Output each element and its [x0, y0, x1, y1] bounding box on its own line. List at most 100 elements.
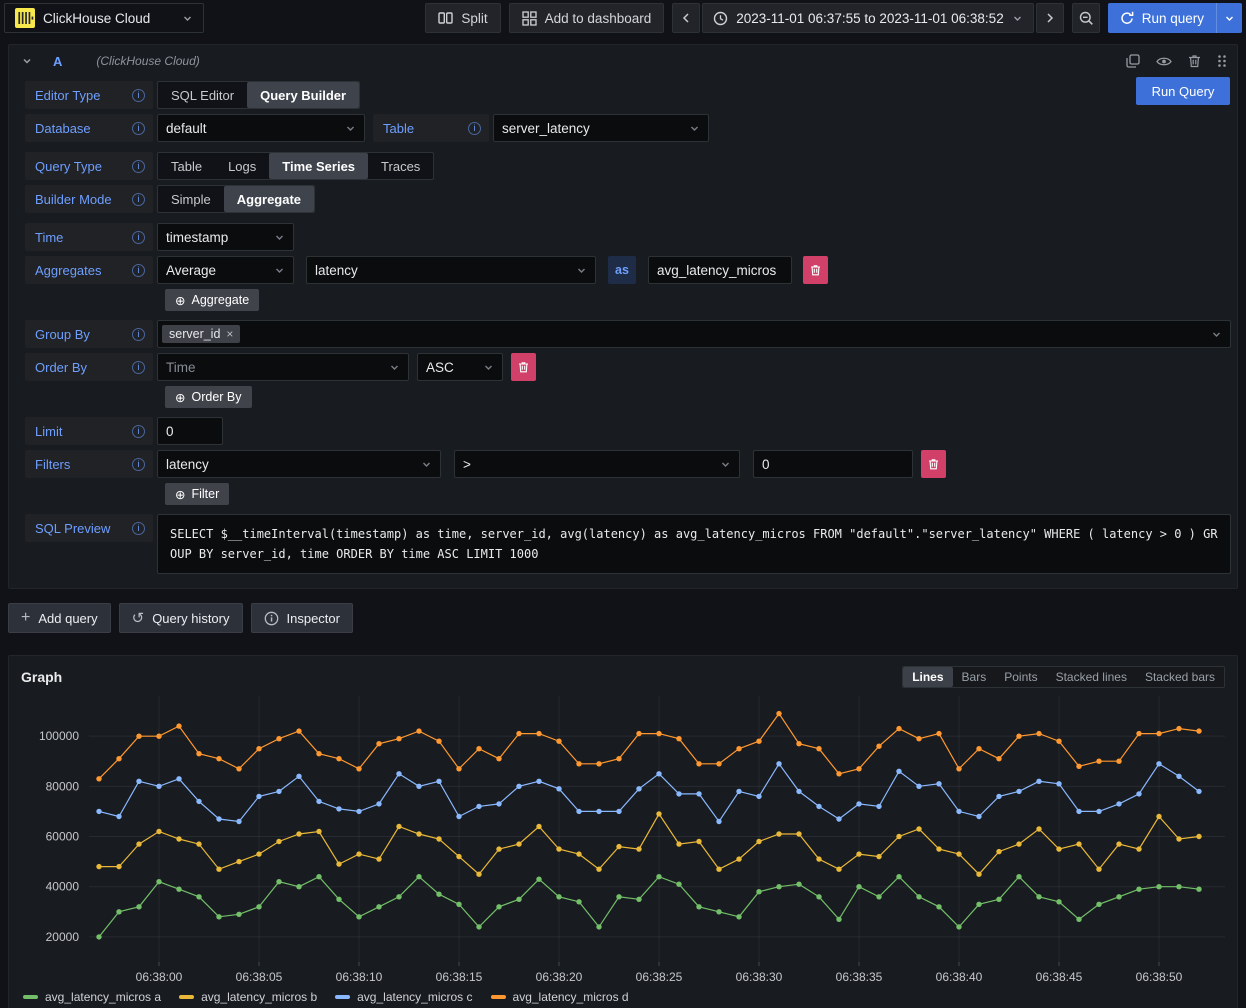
- order-by-direction-value: ASC: [426, 360, 454, 375]
- query-type-toggle: Table Logs Time Series Traces: [157, 152, 434, 180]
- series-a-swatch: [23, 995, 38, 999]
- aggregate-alias-input[interactable]: avg_latency_micros: [648, 256, 792, 284]
- add-order-by-button[interactable]: ⊕ Order By: [165, 386, 252, 408]
- group-by-multiselect[interactable]: server_id ×: [157, 320, 1231, 348]
- info-icon[interactable]: i: [132, 264, 145, 277]
- remove-filter-button[interactable]: [921, 450, 946, 478]
- order-by-direction-select[interactable]: ASC: [417, 353, 503, 381]
- series-c-swatch: [335, 995, 350, 999]
- remove-aggregate-button[interactable]: [803, 256, 828, 284]
- add-aggregate-button[interactable]: ⊕ Aggregate: [165, 289, 259, 311]
- group-by-label: Group By: [35, 327, 90, 342]
- builder-mode-aggregate[interactable]: Aggregate: [224, 186, 314, 212]
- builder-mode-simple[interactable]: Simple: [158, 186, 224, 212]
- filter-column-select[interactable]: latency: [157, 450, 441, 478]
- zoom-out-button[interactable]: [1072, 3, 1100, 33]
- add-order-by-label: Order By: [191, 390, 241, 404]
- field-label-sql-preview: SQL Preview i: [25, 514, 153, 542]
- time-back-button[interactable]: [672, 3, 700, 33]
- field-label-group-by: Group By i: [25, 320, 153, 348]
- panel-run-query-button[interactable]: Run Query: [1136, 77, 1230, 105]
- field-label-database: Database i: [25, 114, 153, 142]
- aggregate-column-select[interactable]: latency: [306, 256, 596, 284]
- info-icon[interactable]: i: [132, 122, 145, 135]
- info-icon[interactable]: i: [132, 193, 145, 206]
- field-label-limit: Limit i: [25, 417, 153, 445]
- collapse-chevron-icon[interactable]: [21, 55, 33, 67]
- aggregate-column-value: latency: [315, 263, 358, 278]
- legend-item-series-d[interactable]: avg_latency_micros d: [491, 990, 629, 1004]
- run-query-button[interactable]: Run query: [1108, 3, 1216, 33]
- add-filter-button[interactable]: ⊕ Filter: [165, 483, 229, 505]
- toggle-visibility-icon[interactable]: [1156, 56, 1172, 67]
- info-icon[interactable]: i: [132, 458, 145, 471]
- drag-handle-icon[interactable]: [1217, 54, 1227, 68]
- run-query-dropdown[interactable]: [1216, 3, 1242, 33]
- add-query-button[interactable]: + Add query: [8, 603, 111, 633]
- database-select[interactable]: default: [157, 114, 365, 142]
- limit-input[interactable]: 0: [157, 417, 223, 445]
- time-label: Time: [35, 230, 63, 245]
- info-icon[interactable]: i: [132, 89, 145, 102]
- remove-order-by-button[interactable]: [511, 353, 536, 381]
- graph-style-stacked-lines[interactable]: Stacked lines: [1047, 667, 1136, 687]
- svg-text:06:38:15: 06:38:15: [436, 970, 483, 984]
- plus-icon: +: [21, 611, 30, 625]
- graph-style-points[interactable]: Points: [995, 667, 1046, 687]
- info-icon[interactable]: i: [132, 328, 145, 341]
- graph-style-stacked-bars[interactable]: Stacked bars: [1136, 667, 1224, 687]
- chevron-down-icon: [1012, 13, 1023, 24]
- split-icon: [438, 11, 453, 25]
- top-bar: ClickHouse Cloud Split Add to dashboard: [0, 0, 1246, 36]
- info-icon[interactable]: i: [468, 122, 481, 135]
- remove-tag-icon[interactable]: ×: [226, 327, 233, 341]
- info-icon[interactable]: i: [132, 361, 145, 374]
- legend-item-series-b[interactable]: avg_latency_micros b: [179, 990, 317, 1004]
- inspector-button[interactable]: Inspector: [251, 603, 353, 633]
- aggregate-function-select[interactable]: Average: [157, 256, 294, 284]
- editor-type-query-builder[interactable]: Query Builder: [247, 82, 359, 108]
- table-select[interactable]: server_latency: [493, 114, 709, 142]
- filter-operator-select[interactable]: >: [454, 450, 740, 478]
- query-type-logs[interactable]: Logs: [215, 153, 269, 179]
- info-icon[interactable]: i: [132, 231, 145, 244]
- add-query-label: Add query: [38, 611, 97, 626]
- order-by-column-select[interactable]: Time: [157, 353, 409, 381]
- query-type-table[interactable]: Table: [158, 153, 215, 179]
- chevron-down-icon: [576, 265, 587, 276]
- time-column-select[interactable]: timestamp: [157, 223, 294, 251]
- series-d-swatch: [491, 995, 506, 999]
- query-history-button[interactable]: ↺ Query history: [119, 603, 243, 633]
- chevron-down-icon: [483, 362, 494, 373]
- svg-text:06:38:00: 06:38:00: [136, 970, 183, 984]
- legend-item-series-c[interactable]: avg_latency_micros c: [335, 990, 472, 1004]
- svg-text:20000: 20000: [46, 930, 80, 944]
- query-type-traces[interactable]: Traces: [368, 153, 433, 179]
- info-icon[interactable]: i: [132, 522, 145, 535]
- graph-style-bars[interactable]: Bars: [953, 667, 996, 687]
- datasource-picker[interactable]: ClickHouse Cloud: [4, 3, 204, 33]
- add-to-dashboard-button[interactable]: Add to dashboard: [509, 3, 665, 33]
- info-icon[interactable]: i: [132, 425, 145, 438]
- svg-text:06:38:25: 06:38:25: [636, 970, 683, 984]
- query-type-time-series[interactable]: Time Series: [269, 153, 368, 179]
- svg-text:06:38:45: 06:38:45: [1036, 970, 1083, 984]
- legend-item-series-a[interactable]: avg_latency_micros a: [23, 990, 161, 1004]
- time-forward-button[interactable]: [1036, 3, 1064, 33]
- info-icon[interactable]: i: [132, 160, 145, 173]
- split-button[interactable]: Split: [425, 3, 500, 33]
- query-ref-id[interactable]: A: [53, 54, 62, 69]
- time-range-picker[interactable]: 2023-11-01 06:37:55 to 2023-11-01 06:38:…: [702, 3, 1033, 33]
- limit-value: 0: [166, 424, 174, 439]
- chevron-down-icon: [274, 265, 285, 276]
- svg-text:06:38:05: 06:38:05: [236, 970, 283, 984]
- sql-preview-text: SELECT $__timeInterval(timestamp) as tim…: [157, 514, 1231, 574]
- graph-panel: Graph Lines Bars Points Stacked lines St…: [8, 655, 1238, 1008]
- order-by-label: Order By: [35, 360, 87, 375]
- graph-style-lines[interactable]: Lines: [903, 667, 952, 687]
- editor-type-sql-editor[interactable]: SQL Editor: [158, 82, 247, 108]
- remove-query-icon[interactable]: [1188, 54, 1201, 68]
- duplicate-query-icon[interactable]: [1126, 54, 1140, 68]
- filter-value-input[interactable]: 0: [753, 450, 913, 478]
- time-series-chart[interactable]: 2000040000600008000010000006:38:0006:38:…: [9, 690, 1239, 990]
